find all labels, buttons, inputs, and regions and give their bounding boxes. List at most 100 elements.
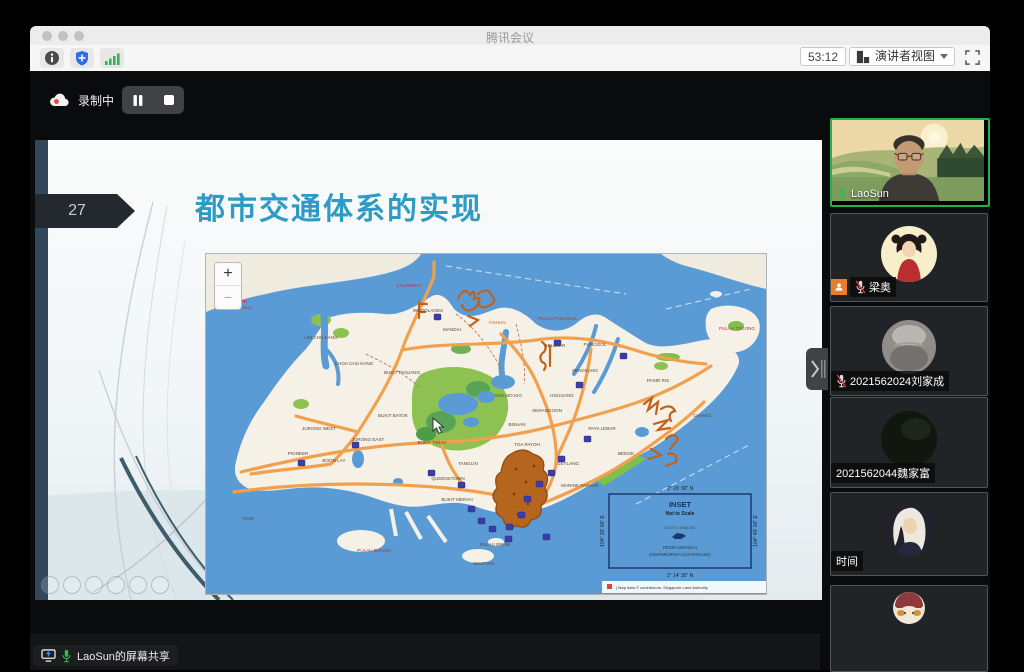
stop-icon	[163, 94, 175, 106]
screen-share-icon	[41, 649, 56, 662]
mic-on-icon	[61, 649, 72, 663]
avatar	[882, 320, 936, 374]
participant-tile-liujiacheng[interactable]: 2021562024刘家成	[830, 306, 988, 396]
pause-recording-button[interactable]	[126, 89, 150, 111]
svg-text:PUNGGOL: PUNGGOL	[584, 342, 607, 347]
svg-text:PEDRA BRANCA: PEDRA BRANCA	[663, 545, 698, 550]
participant-tile-laosun[interactable]: LaoSun	[830, 118, 990, 207]
map-inset: 1° 29' 30" N INSET Not to Scale SOUTH CH…	[600, 486, 759, 579]
svg-text:PIONEER: PIONEER	[288, 451, 309, 456]
svg-text:SOUTH CHINA SEA: SOUTH CHINA SEA	[665, 526, 697, 530]
svg-text:BOON LAY: BOON LAY	[322, 458, 345, 463]
security-button[interactable]	[70, 48, 94, 68]
svg-text:QUEENSTOWN: QUEENSTOWN	[431, 476, 464, 481]
svg-text:TANGLIN: TANGLIN	[458, 461, 478, 466]
singapore-map[interactable]: JOHOR (MALAYSIA) CAUSEWAY LIM CHU KANG W…	[205, 253, 767, 595]
avatar	[893, 592, 925, 624]
zoom-out-button[interactable]: −	[215, 286, 241, 308]
mouse-cursor	[432, 417, 446, 435]
svg-text:GEYLANG: GEYLANG	[557, 461, 580, 466]
network-signal-icon	[104, 51, 120, 66]
meeting-toolbar: 53:12 演讲者视图	[30, 45, 990, 72]
svg-text:PULAU BRANI: PULAU BRANI	[480, 542, 511, 547]
participant-tile-shijian[interactable]: 时间	[830, 492, 988, 576]
svg-text:1° 14' 30" N: 1° 14' 30" N	[667, 573, 694, 579]
participant-name: 时间	[836, 553, 858, 569]
presenter-control-3[interactable]	[85, 576, 103, 594]
hand-raised-badge	[831, 279, 847, 295]
mic-muted-icon	[855, 280, 866, 294]
svg-text:LIM CHU KANG: LIM CHU KANG	[304, 335, 338, 340]
meeting-timer: 53:12	[800, 47, 846, 66]
svg-text:ANG MO KIO: ANG MO KIO	[494, 393, 522, 398]
svg-text:Not to Scale: Not to Scale	[666, 511, 695, 517]
stop-recording-button[interactable]	[157, 89, 181, 111]
avatar	[881, 226, 937, 282]
avatar	[883, 504, 935, 556]
window-title: 腾讯会议	[30, 29, 990, 46]
person-icon	[834, 282, 844, 292]
mic-on-icon	[837, 187, 848, 201]
participant-name: 2021562024刘家成	[850, 373, 944, 389]
network-status-button[interactable]	[100, 48, 124, 68]
svg-text:CHOA CHU KANG: CHOA CHU KANG	[335, 361, 374, 366]
svg-text:1° 29' 30" N: 1° 29' 30" N	[667, 486, 694, 492]
zoom-in-button[interactable]: +	[215, 263, 241, 286]
svg-text:JURONG EAST: JURONG EAST	[352, 437, 385, 442]
recording-label: 录制中	[78, 92, 114, 109]
svg-text:BISHAN: BISHAN	[508, 422, 525, 427]
view-mode-button[interactable]: 演讲者视图	[849, 47, 955, 66]
slide-title: 都市交通体系的实现	[195, 184, 483, 228]
svg-text:104° 20' 00" E: 104° 20' 00" E	[600, 514, 606, 546]
chevron-down-icon	[940, 54, 948, 59]
svg-text:YISHUN: YISHUN	[488, 320, 505, 325]
presenter-control-2[interactable]	[63, 576, 81, 594]
presenter-control-1[interactable]	[41, 576, 59, 594]
svg-text:BUKIT TIMAH: BUKIT TIMAH	[418, 440, 447, 445]
chevron-right-icon	[806, 348, 828, 390]
layout-view-icon	[856, 50, 870, 64]
security-shield-icon	[74, 50, 90, 66]
svg-text:BEDOK: BEDOK	[618, 451, 635, 456]
presenter-control-5[interactable]	[129, 576, 147, 594]
recording-controls	[122, 86, 184, 114]
svg-text:104° 40' 00" E: 104° 40' 00" E	[753, 514, 759, 546]
svg-text:BUKIT MERAH: BUKIT MERAH	[441, 497, 472, 502]
fullscreen-icon	[965, 50, 980, 65]
svg-text:PULAU PUNGGOL: PULAU PUNGGOL	[538, 316, 578, 321]
cloud-recording-icon	[48, 92, 70, 108]
svg-text:HOUGANG: HOUGANG	[550, 393, 574, 398]
svg-text:SENTOSA: SENTOSA	[473, 561, 496, 566]
svg-text:CAUSEWAY: CAUSEWAY	[396, 283, 422, 288]
participant-name: 梁奥	[869, 279, 891, 295]
svg-text:CHANGI: CHANGI	[693, 413, 711, 418]
svg-text:SELETAR: SELETAR	[545, 343, 566, 348]
svg-text:| Map data © contributors, Sin: | Map data © contributors, Singapore Lan…	[616, 585, 708, 590]
svg-text:WOODLANDS: WOODLANDS	[413, 308, 443, 313]
svg-text:PULAU TEKONG: PULAU TEKONG	[719, 326, 755, 331]
presenter-control-6[interactable]	[151, 576, 169, 594]
participant-tile-liangao[interactable]: 梁奥	[830, 213, 988, 302]
svg-text:PULAU BUKOM: PULAU BUKOM	[357, 548, 391, 553]
map-attribution: | Map data © contributors, Singapore Lan…	[602, 581, 766, 593]
participant-tile-partial[interactable]	[830, 585, 988, 672]
sidebar-collapse-handle[interactable]	[806, 348, 828, 390]
participant-name: 2021562044魏家富	[836, 465, 930, 481]
fullscreen-button[interactable]	[962, 48, 982, 66]
slide-number: 27	[35, 194, 119, 228]
svg-text:PASIR RIS: PASIR RIS	[647, 378, 669, 383]
svg-text:(HORSBURGH LIGHTHOUSE): (HORSBURGH LIGHTHOUSE)	[649, 552, 711, 557]
participant-tile-weijiafu[interactable]: 2021562044魏家富	[830, 397, 988, 488]
svg-text:JURONG WEST: JURONG WEST	[302, 426, 336, 431]
screen-share-label: LaoSun的屏幕共享	[77, 648, 170, 664]
svg-text:BUKIT BATOK: BUKIT BATOK	[378, 413, 409, 418]
meeting-info-button[interactable]	[40, 48, 64, 68]
svg-text:BUKIT PANJANG: BUKIT PANJANG	[384, 370, 421, 375]
svg-text:SERANGOON: SERANGOON	[532, 408, 562, 413]
svg-text:TOA PAYOH: TOA PAYOH	[514, 442, 540, 447]
map-zoom-control: + −	[214, 262, 242, 310]
participant-name: LaoSun	[851, 188, 889, 200]
window-titlebar: 腾讯会议	[30, 26, 990, 46]
view-mode-label: 演讲者视图	[875, 47, 935, 66]
presenter-control-4[interactable]	[107, 576, 125, 594]
